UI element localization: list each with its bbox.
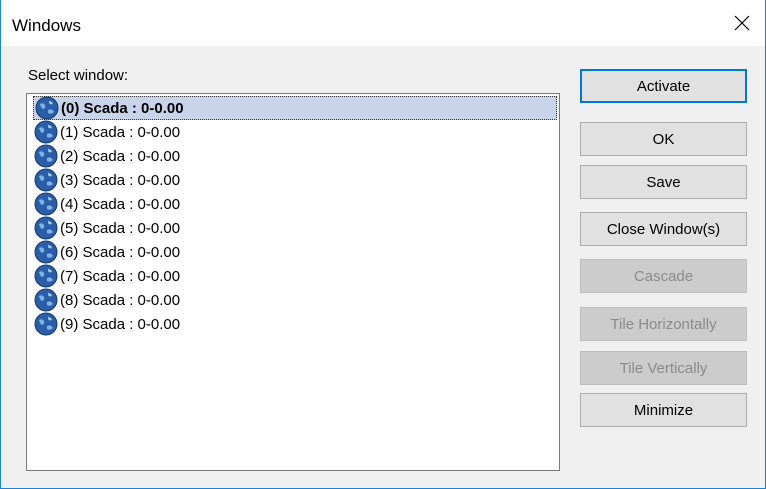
list-item-label: (2) Scada : 0-0.00 <box>60 147 181 165</box>
tile-vertically-button[interactable]: Tile Vertically <box>580 351 747 385</box>
activate-button[interactable]: Activate <box>580 69 747 103</box>
list-item[interactable]: (0) Scada : 0-0.00 <box>33 96 557 120</box>
list-item[interactable]: (9) Scada : 0-0.00 <box>33 312 557 336</box>
list-item-label: (0) Scada : 0-0.00 <box>61 99 184 117</box>
list-item-label: (6) Scada : 0-0.00 <box>60 243 181 261</box>
list-item[interactable]: (2) Scada : 0-0.00 <box>33 144 557 168</box>
globe-icon <box>34 288 58 312</box>
window-title: Windows <box>12 16 81 35</box>
globe-icon <box>34 216 58 240</box>
cascade-button[interactable]: Cascade <box>580 259 747 293</box>
list-item[interactable]: (7) Scada : 0-0.00 <box>33 264 557 288</box>
window-listbox[interactable]: (0) Scada : 0-0.00 (1) Scada : 0-0.00 (2… <box>26 93 560 471</box>
select-window-label: Select window: <box>28 67 129 84</box>
globe-icon <box>34 264 58 288</box>
globe-icon <box>34 120 58 144</box>
save-button[interactable]: Save <box>580 165 747 199</box>
globe-icon <box>34 192 58 216</box>
list-item-label: (3) Scada : 0-0.00 <box>60 171 181 189</box>
windows-dialog: Windows Select window: (0) Scada : 0-0.0… <box>0 0 766 489</box>
list-item-label: (1) Scada : 0-0.00 <box>60 123 181 141</box>
list-item-label: (8) Scada : 0-0.00 <box>60 291 181 309</box>
list-item-label: (9) Scada : 0-0.00 <box>60 315 181 333</box>
list-item[interactable]: (1) Scada : 0-0.00 <box>33 120 557 144</box>
minimize-button[interactable]: Minimize <box>580 393 747 427</box>
tile-horizontally-button[interactable]: Tile Horizontally <box>580 307 747 341</box>
close-windows-button[interactable]: Close Window(s) <box>580 212 747 246</box>
ok-button[interactable]: OK <box>580 122 747 156</box>
close-icon <box>734 15 750 31</box>
list-item-label: (7) Scada : 0-0.00 <box>60 267 181 285</box>
close-button[interactable] <box>719 0 765 46</box>
globe-icon <box>34 312 58 336</box>
list-item[interactable]: (6) Scada : 0-0.00 <box>33 240 557 264</box>
list-item[interactable]: (3) Scada : 0-0.00 <box>33 168 557 192</box>
list-item-label: (4) Scada : 0-0.00 <box>60 195 181 213</box>
list-item-label: (5) Scada : 0-0.00 <box>60 219 181 237</box>
list-item[interactable]: (8) Scada : 0-0.00 <box>33 288 557 312</box>
globe-icon <box>34 240 58 264</box>
globe-icon <box>34 168 58 192</box>
list-item[interactable]: (5) Scada : 0-0.00 <box>33 216 557 240</box>
globe-icon <box>34 144 58 168</box>
globe-icon <box>35 96 59 120</box>
list-item[interactable]: (4) Scada : 0-0.00 <box>33 192 557 216</box>
title-bar: Windows <box>1 0 765 46</box>
